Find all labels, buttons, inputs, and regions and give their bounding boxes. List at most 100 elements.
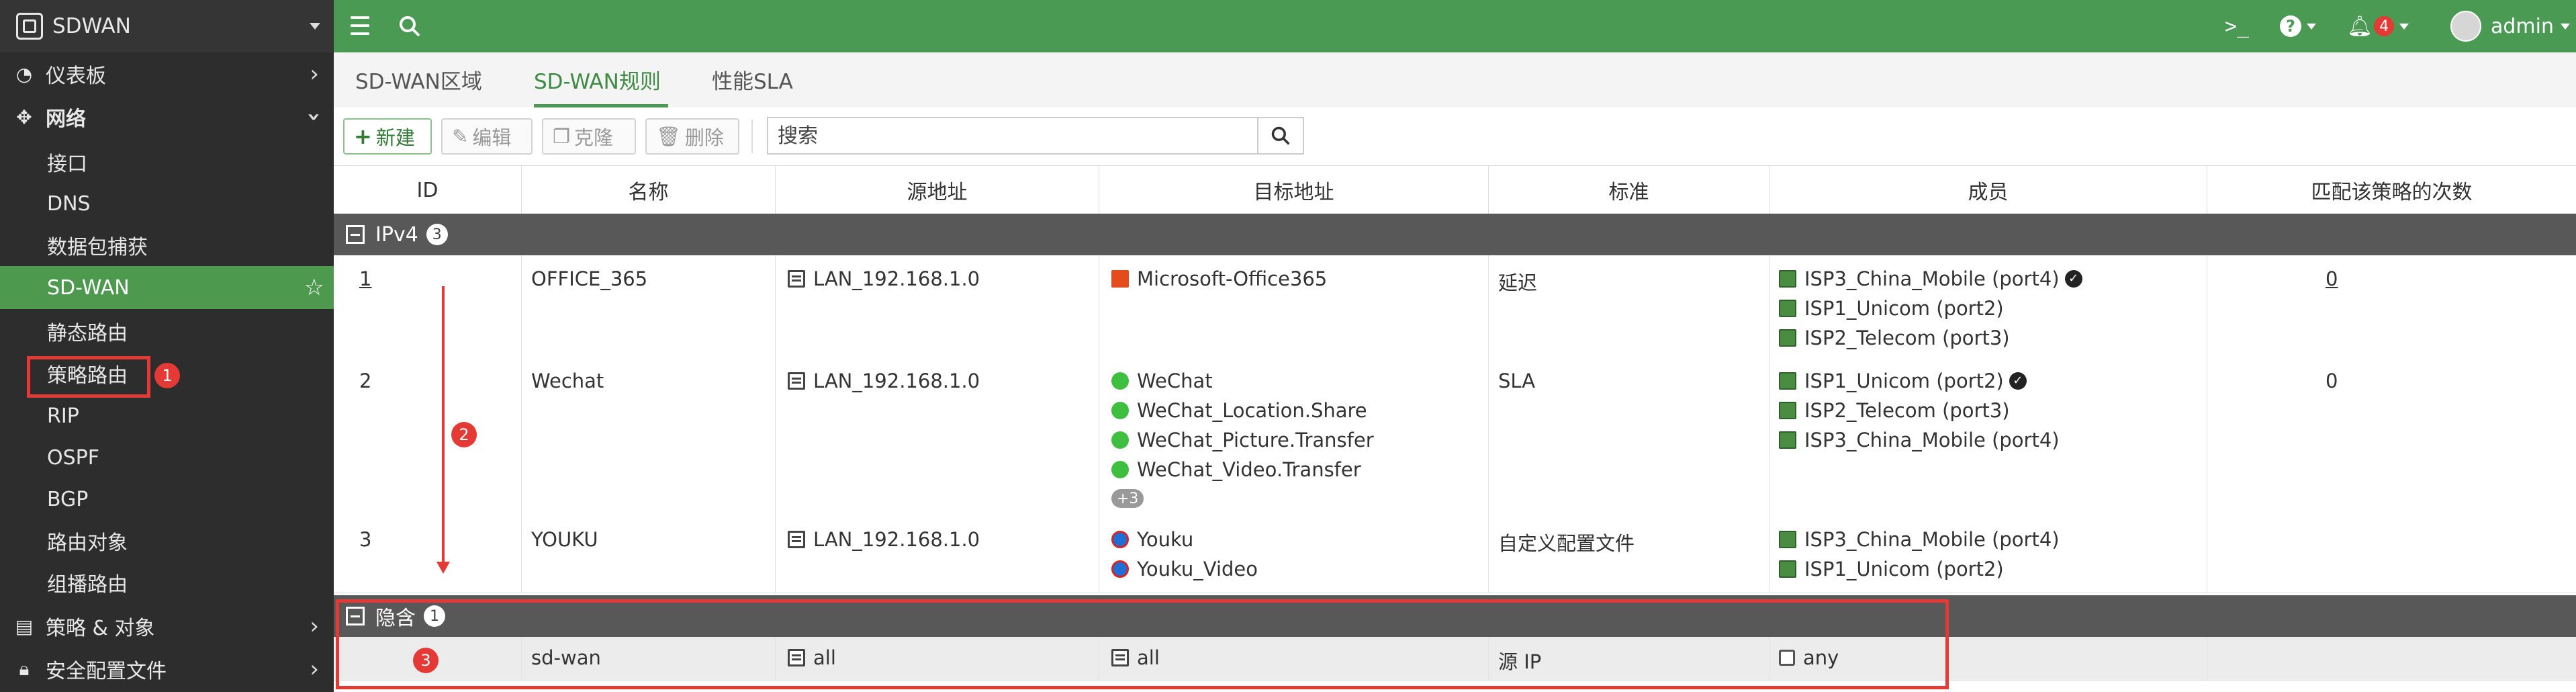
interface-icon	[1779, 270, 1796, 288]
destination-label: WeChat_Location.Share	[1137, 399, 1367, 422]
destination-label: Youku	[1137, 528, 1194, 551]
cell-criteria: 自定义配置文件	[1489, 519, 1769, 593]
table-row[interactable]: 1 OFFICE_365 LAN_192.168.1.0 Microsoft-O…	[334, 255, 2576, 358]
caret-down-icon	[2307, 23, 2316, 30]
sidebar-item-dashboard[interactable]: ◔ 仪表板 ›	[0, 52, 334, 95]
star-icon[interactable]: ☆	[304, 274, 324, 301]
member-label: ISP3_China_Mobile (port4)	[1804, 429, 2060, 451]
cell-name: YOUKU	[522, 519, 776, 593]
edit-button[interactable]: ✎ 编辑	[441, 118, 533, 155]
sidebar-subitem-route-objects[interactable]: 路由对象	[0, 520, 334, 562]
sidebar-subitem-ospf[interactable]: OSPF	[0, 437, 334, 478]
member-label: ISP3_China_Mobile (port4)	[1804, 267, 2060, 290]
user-menu[interactable]: admin	[2450, 0, 2570, 52]
youku-icon	[1111, 560, 1129, 578]
table-row[interactable]: 2 Wechat LAN_192.168.1.0 WeChat WeChat_L…	[334, 357, 2576, 519]
tab-sdwan-rules[interactable]: SD-WAN规则	[534, 64, 661, 95]
destination-label: Youku_Video	[1137, 558, 1258, 580]
check-circle-icon: ✓	[2064, 270, 2082, 288]
lock-icon: 🔒︎	[19, 658, 30, 680]
cell-criteria: 延迟	[1489, 255, 1769, 357]
destination-item: Microsoft-Office365	[1111, 267, 1327, 290]
column-header-source[interactable]: 源地址	[776, 166, 1099, 214]
toolbar: + 新建 ✎ 编辑 ❐ 克隆 🗑︎ 删除	[334, 107, 2576, 165]
cell-members: ISP1_Unicom (port2) ✓ ISP2_Telecom (port3…	[1769, 357, 2207, 519]
annotation-box-policy-route	[27, 356, 150, 398]
clone-button[interactable]: ❐ 克隆	[542, 118, 636, 155]
tab-sdwan-zones[interactable]: SD-WAN区域	[355, 64, 482, 95]
tab-performance-sla[interactable]: 性能SLA	[712, 64, 793, 95]
table-row[interactable]: 3 YOUKU LAN_192.168.1.0 Youku Youku_Vide…	[334, 519, 2576, 593]
cell-hit-count: 0	[2207, 255, 2576, 357]
wechat-icon	[1111, 372, 1129, 390]
sidebar-item-security-profiles[interactable]: 🔒︎ 安全配置文件 ›	[0, 648, 334, 691]
sidebar-subitem-rip[interactable]: RIP	[0, 395, 334, 437]
destination-label: WeChat	[1137, 370, 1213, 392]
search-input[interactable]	[768, 118, 1265, 153]
help-icon[interactable]: ?	[2280, 0, 2316, 52]
cli-console-icon[interactable]: >_	[2225, 0, 2249, 52]
annotation-badge-1: 1	[154, 363, 180, 388]
source-address-label: LAN_192.168.1.0	[813, 528, 980, 551]
column-header-name[interactable]: 名称	[522, 166, 776, 214]
sidebar-subitem-sdwan[interactable]: SD-WAN ☆	[0, 266, 334, 309]
delete-button[interactable]: 🗑︎ 删除	[645, 118, 739, 155]
youku-icon	[1111, 531, 1129, 548]
sidebar-item-label: 策略 & 对象	[46, 617, 155, 640]
rule-name: OFFICE_365	[531, 267, 648, 290]
subitem-label: RIP	[47, 404, 79, 428]
destination-label: Microsoft-Office365	[1137, 267, 1328, 290]
column-header-criteria[interactable]: 标准	[1489, 166, 1769, 214]
column-header-hit-count[interactable]: 匹配该策略的次数	[2207, 166, 2576, 214]
tab-bar: SD-WAN区域 SD-WAN规则 性能SLA	[334, 52, 2576, 108]
pencil-icon: ✎	[452, 125, 469, 148]
sidebar-subitem-bgp[interactable]: BGP	[0, 478, 334, 520]
sidebar-item-network[interactable]: ✥ 网络 ›	[0, 95, 334, 138]
sidebar-item-policy-objects[interactable]: ▤ 策略 & 对象 ›	[0, 605, 334, 648]
group-header-ipv4[interactable]: IPv4 3	[334, 214, 2576, 255]
notification-count-badge: 4	[2374, 16, 2395, 36]
subitem-label: OSPF	[47, 445, 100, 470]
annotation-arrow	[442, 286, 445, 563]
column-header-members[interactable]: 成员	[1769, 166, 2207, 214]
sidebar-subitem-multicast[interactable]: 组播路由	[0, 562, 334, 603]
member-label: ISP1_Unicom (port2)	[1804, 370, 2004, 392]
member-item: ISP1_Unicom (port2) ✓	[1779, 370, 2027, 392]
interface-icon	[1779, 300, 1796, 317]
criteria-text: 延迟	[1498, 271, 1538, 294]
notifications-icon[interactable]: 🔔︎ 4	[2347, 0, 2409, 52]
member-label: ISP2_Telecom (port3)	[1804, 399, 2010, 422]
interface-icon	[1779, 372, 1796, 390]
new-button-label: 新建	[375, 126, 415, 149]
member-item: ISP1_Unicom (port2)	[1779, 297, 2004, 320]
destination-item: WeChat_Location.Share	[1111, 399, 1367, 422]
policy-icon: ▤	[15, 615, 34, 638]
member-label: ISP1_Unicom (port2)	[1804, 297, 2004, 320]
sidebar-subitem-static-route[interactable]: 静态路由	[0, 310, 334, 352]
column-header-destination[interactable]: 目标地址	[1099, 166, 1489, 214]
wechat-icon	[1111, 402, 1129, 419]
sidebar-subitem-dns[interactable]: DNS	[0, 183, 334, 224]
more-destinations-badge[interactable]: +3	[1111, 489, 1144, 508]
collapse-icon[interactable]	[346, 225, 365, 244]
hit-count[interactable]: 0	[2326, 267, 2338, 290]
hamburger-menu-icon[interactable]: ☰	[349, 0, 371, 52]
sidebar-subitem-packet-capture[interactable]: 数据包捕获	[0, 224, 334, 266]
search-icon[interactable]	[398, 0, 421, 52]
more-count: +3	[1111, 489, 1144, 508]
plus-icon: +	[354, 124, 372, 149]
source-address-label: LAN_192.168.1.0	[813, 370, 980, 392]
member-item: ISP2_Telecom (port3)	[1779, 327, 2010, 349]
cell-criteria: SLA	[1489, 357, 1769, 519]
source-address-label: LAN_192.168.1.0	[813, 267, 980, 290]
search-button[interactable]	[1257, 118, 1303, 153]
cell-members: ISP3_China_Mobile (port4) ✓ ISP1_Unicom (…	[1769, 255, 2207, 357]
column-header-id[interactable]: ID	[334, 166, 522, 214]
new-button[interactable]: + 新建	[343, 118, 432, 155]
search-box	[767, 117, 1304, 155]
subitem-label: 静态路由	[47, 322, 128, 345]
sidebar-subitem-interface[interactable]: 接口	[0, 141, 334, 183]
brand-header[interactable]: SDWAN	[0, 0, 334, 52]
cell-members: ISP3_China_Mobile (port4) ISP1_Unicom (p…	[1769, 519, 2207, 593]
sidebar-item-label: 网络	[46, 107, 86, 131]
